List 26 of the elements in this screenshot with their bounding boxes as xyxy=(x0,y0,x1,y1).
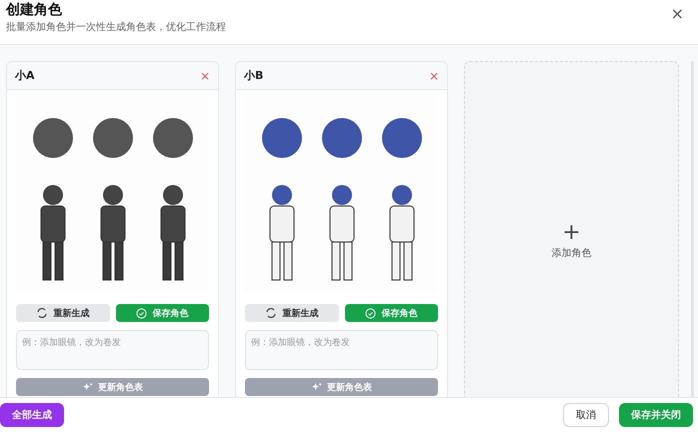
check-circle-icon xyxy=(136,308,148,318)
save-character-button[interactable]: 保存角色 xyxy=(116,304,209,322)
regenerate-button[interactable]: 重新生成 xyxy=(16,304,110,322)
character-name: 小B xyxy=(244,68,264,83)
dialog-title: 创建角色 xyxy=(6,1,63,19)
dialog-subtitle: 批量添加角色并一次性生成角色表，优化工作流程 xyxy=(6,20,226,34)
prompt-field[interactable]: 例：添加眼镜，改为卷发 xyxy=(245,330,438,370)
update-sheet-button[interactable]: 更新角色表 xyxy=(245,378,438,396)
save-and-close-button[interactable]: 保存并关闭 xyxy=(619,403,693,427)
update-sheet-button[interactable]: 更新角色表 xyxy=(16,378,209,396)
save-character-button[interactable]: 保存角色 xyxy=(344,304,438,322)
add-character-card[interactable]: + 添加角色 xyxy=(464,61,679,397)
remove-button[interactable]: × xyxy=(428,68,439,82)
close-button[interactable]: × xyxy=(668,4,686,23)
check-circle-icon xyxy=(365,308,376,318)
refresh-icon xyxy=(36,307,48,319)
generate-all-button[interactable]: 全部生成 xyxy=(0,403,64,427)
remove-button[interactable]: × xyxy=(200,68,210,82)
refresh-icon xyxy=(265,307,278,319)
regenerate-button[interactable]: 重新生成 xyxy=(245,304,338,322)
sparkle-icon xyxy=(82,382,93,392)
cancel-button[interactable]: 取消 xyxy=(563,403,609,427)
prompt-field[interactable]: 例：添加眼镜，改为卷发 xyxy=(16,330,209,370)
sparkle-icon xyxy=(311,382,322,392)
plus-icon: + xyxy=(562,222,581,244)
character-name: 小A xyxy=(15,68,35,83)
